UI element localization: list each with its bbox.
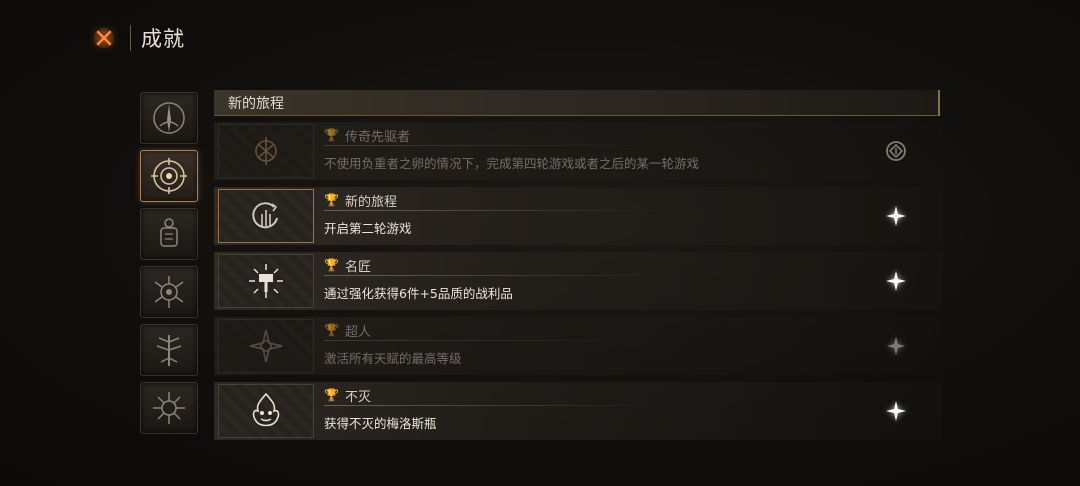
trophy-icon: 🏆 <box>324 323 339 337</box>
achievement-status <box>882 267 910 295</box>
trophy-icon: 🏆 <box>324 258 339 272</box>
title-underline <box>324 275 664 276</box>
panel-title: 新的旅程 <box>228 95 284 112</box>
achievement-description: 获得不灭的梅洛斯瓶 <box>324 416 437 431</box>
achievement-list: 🏆 传奇先驱者 不使用负重者之卵的情况下，完成第四轮游戏或者之后的某一轮游戏 🏆… <box>214 122 942 447</box>
category-tab-3[interactable] <box>140 208 198 260</box>
achievement-title-line: 🏆 不灭 <box>324 385 371 405</box>
sparkle-star-icon <box>886 271 906 291</box>
achievement-title-line: 🏆 传奇先驱者 <box>324 125 410 145</box>
achievement-badge <box>218 254 314 308</box>
tree-rune-icon <box>156 335 182 366</box>
achievement-badge <box>218 124 314 178</box>
achievement-description: 开启第二轮游戏 <box>324 221 412 236</box>
trophy-icon: 🏆 <box>324 128 339 142</box>
page-title: 成就 <box>141 27 185 51</box>
category-rail <box>140 92 202 440</box>
category-tab-6[interactable] <box>140 382 198 434</box>
category-tab-5[interactable] <box>140 324 198 376</box>
achievement-status <box>882 332 910 360</box>
trophy-icon: 🏆 <box>324 193 339 207</box>
achievement-name: 名匠 <box>344 259 371 275</box>
achievement-row[interactable]: 🏆 传奇先驱者 不使用负重者之卵的情况下，完成第四轮游戏或者之后的某一轮游戏 <box>214 122 942 180</box>
category-tab-1[interactable] <box>140 92 198 144</box>
achievement-description: 激活所有天赋的最高等级 <box>324 351 462 366</box>
achievement-name: 新的旅程 <box>344 194 397 210</box>
achievement-name: 传奇先驱者 <box>344 129 410 145</box>
achievement-row[interactable]: 🏆 名匠 通过强化获得6件+5品质的战利品 <box>214 252 942 310</box>
spider-crest-icon <box>154 276 184 308</box>
sparkle-star-icon <box>886 206 906 226</box>
achievement-status <box>882 397 910 425</box>
achievement-name: 超人 <box>344 324 371 340</box>
panel-header: 新的旅程 <box>214 90 940 116</box>
achievement-name: 不灭 <box>344 389 371 405</box>
category-tab-4[interactable] <box>140 266 198 318</box>
top-bar: 成就 <box>88 18 185 58</box>
achievement-status <box>882 202 910 230</box>
close-button[interactable] <box>88 22 120 54</box>
horned-sigil-icon <box>153 102 185 134</box>
achievement-badge <box>218 319 314 373</box>
achievement-badge <box>218 189 314 243</box>
achievement-row[interactable]: 🏆 超人 激活所有天赋的最高等级 <box>214 317 942 375</box>
lantern-totem-icon <box>160 218 178 247</box>
achievement-title-line: 🏆 超人 <box>324 320 371 340</box>
sparkle-star-icon <box>886 336 906 356</box>
in-progress-icon <box>886 141 906 161</box>
achievement-row[interactable]: 🏆 不灭 获得不灭的梅洛斯瓶 <box>214 382 942 440</box>
radiant-hammer-icon <box>249 264 283 298</box>
emblem-cross-icon <box>255 137 277 165</box>
achievement-title-line: 🏆 名匠 <box>324 255 371 275</box>
ascend-star-icon <box>249 329 283 363</box>
title-underline <box>324 210 664 211</box>
achievement-row[interactable]: 🏆 新的旅程 开启第二轮游戏 <box>214 187 942 245</box>
title-underline <box>324 340 664 341</box>
sparkle-star-icon <box>886 401 906 421</box>
achievement-description: 通过强化获得6件+5品质的战利品 <box>324 286 513 301</box>
achievement-status <box>882 137 910 165</box>
title-divider <box>130 25 131 51</box>
trophy-icon: 🏆 <box>324 388 339 402</box>
achievement-panel: 新的旅程 🏆 传奇先驱者 不使用负重者之卵的情况下，完成第四轮游戏或者之后的某一… <box>214 90 942 442</box>
achievement-title-line: 🏆 新的旅程 <box>324 190 397 210</box>
achievement-description: 不使用负重者之卵的情况下，完成第四轮游戏或者之后的某一轮游戏 <box>324 156 700 171</box>
title-underline <box>324 405 664 406</box>
cycle-sigil-icon <box>252 202 278 229</box>
title-underline <box>324 145 664 146</box>
achievement-badge <box>218 384 314 438</box>
target-compass-icon <box>151 158 187 194</box>
thorn-star-icon <box>153 392 185 424</box>
category-tab-2[interactable] <box>140 150 198 202</box>
close-icon <box>94 28 114 48</box>
flame-vessel-icon <box>252 392 280 427</box>
